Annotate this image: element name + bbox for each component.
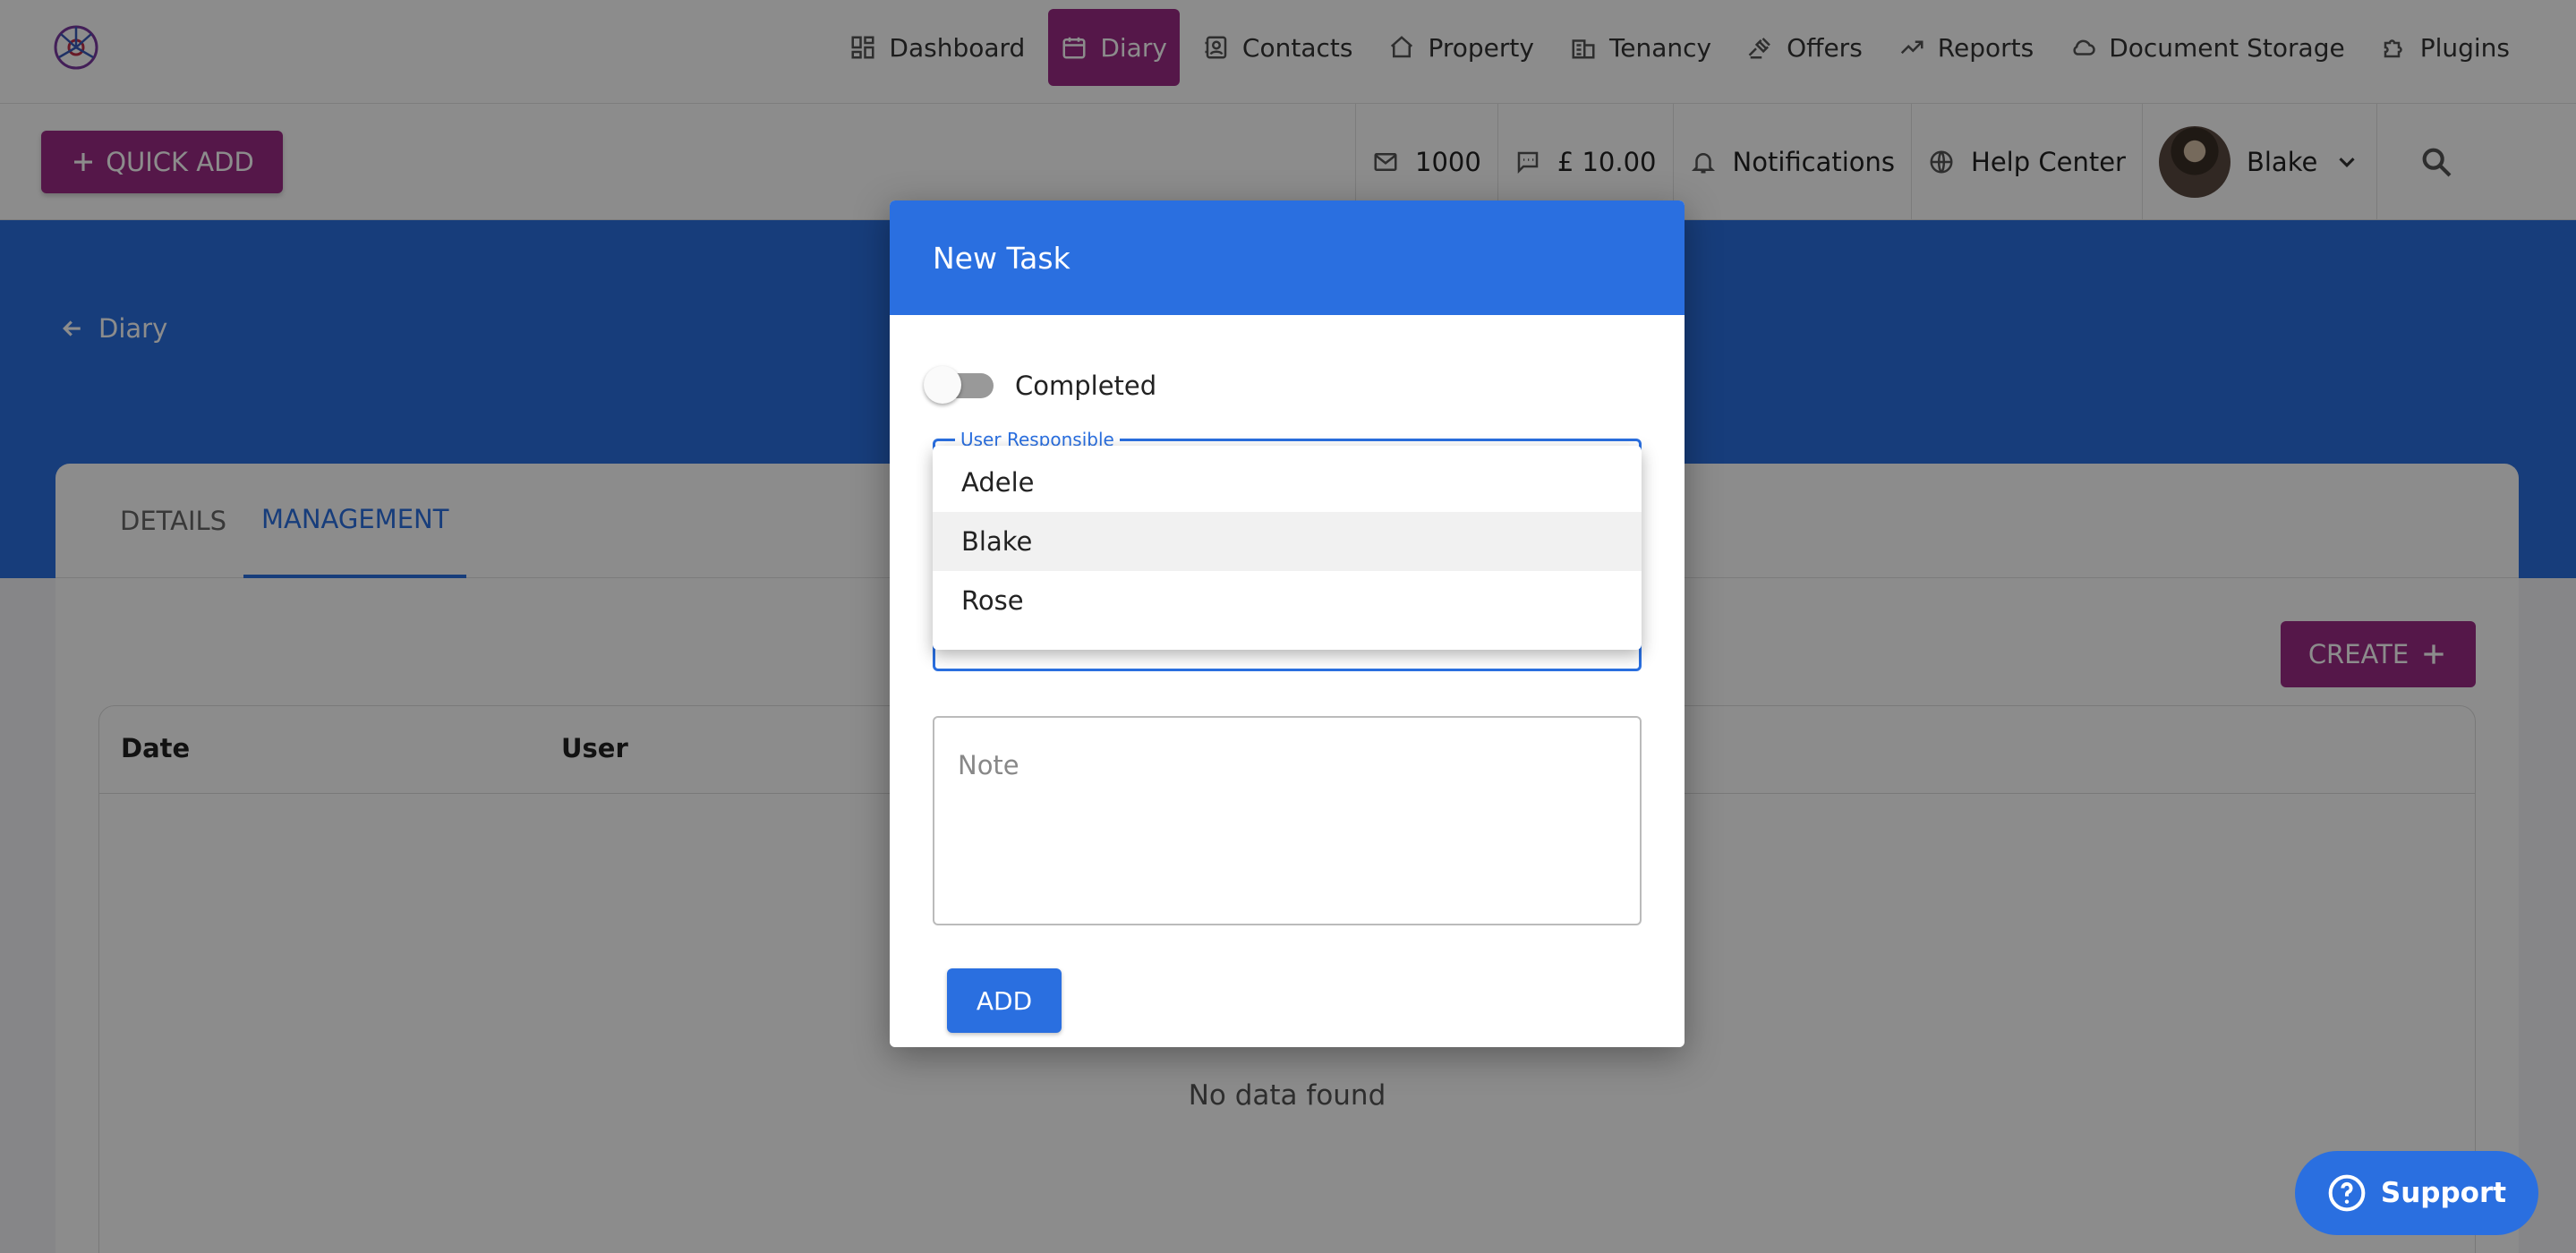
completed-toggle-row: Completed (924, 366, 1157, 404)
dialog-title: New Task (933, 240, 1070, 276)
support-label: Support (2380, 1177, 2507, 1209)
note-field[interactable]: Note (933, 716, 1642, 925)
completed-toggle[interactable] (924, 366, 994, 404)
option-blake[interactable]: Blake (933, 512, 1642, 571)
add-label: ADD (976, 985, 1033, 1016)
add-button[interactable]: ADD (947, 968, 1062, 1033)
toggle-knob (924, 366, 961, 404)
completed-label: Completed (1015, 371, 1157, 401)
dialog-header: New Task (890, 200, 1685, 315)
option-adele[interactable]: Adele (933, 453, 1642, 512)
note-placeholder: Note (958, 750, 1019, 780)
user-options-menu: Adele Blake Rose (933, 446, 1642, 650)
option-rose[interactable]: Rose (933, 571, 1642, 630)
support-button[interactable]: Support (2295, 1151, 2538, 1235)
help-circle-icon (2328, 1174, 2366, 1212)
